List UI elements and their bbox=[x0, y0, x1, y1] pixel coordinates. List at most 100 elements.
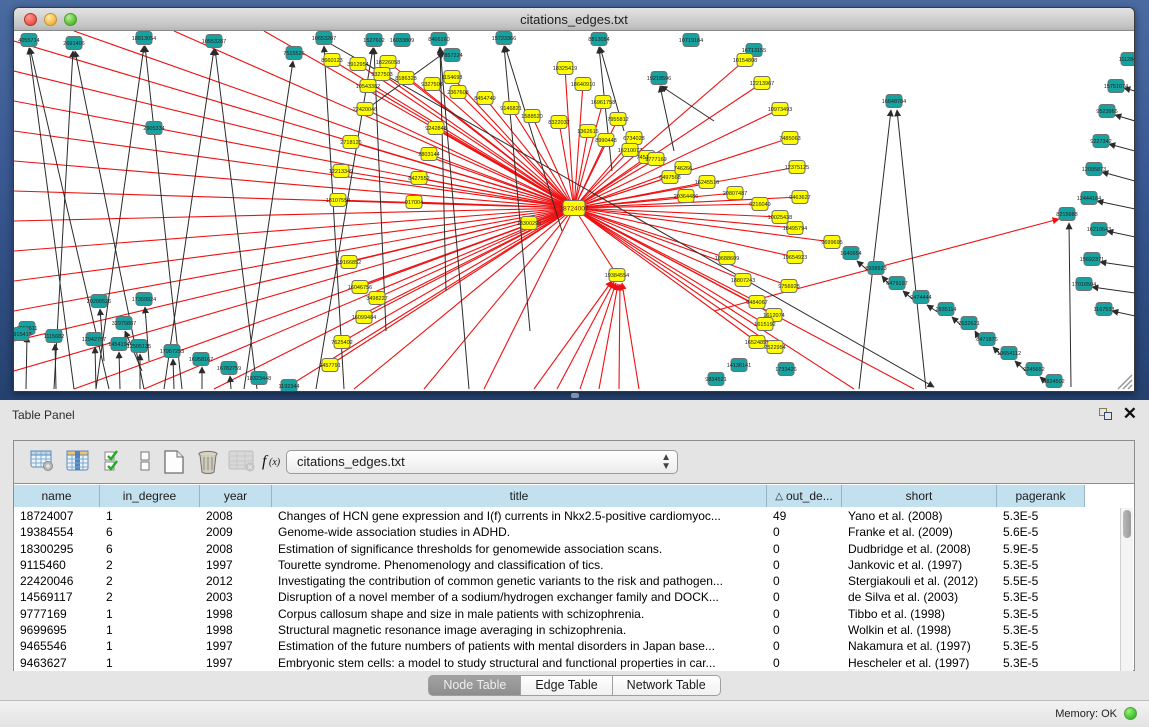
graph-node[interactable]: 9824502 bbox=[1043, 375, 1064, 388]
cell-short[interactable]: Hescheler et al. (1997) bbox=[842, 655, 997, 671]
column-header-year[interactable]: year bbox=[200, 485, 272, 507]
cell-short[interactable]: Wolkin et al. (1998) bbox=[842, 622, 997, 638]
cell-short[interactable]: Nakamura et al. (1997) bbox=[842, 638, 997, 654]
graph-node[interactable]: 20807487 bbox=[723, 187, 747, 200]
column-header-title[interactable]: title bbox=[272, 485, 767, 507]
graph-node[interactable]: 1115682 bbox=[44, 330, 65, 343]
graph-node[interactable]: 6479197 bbox=[886, 277, 907, 290]
cell-title[interactable]: Embryonic stem cells: a model to study s… bbox=[272, 655, 767, 671]
cell-pagerank[interactable]: 5.3E-5 bbox=[997, 655, 1085, 671]
graph-node[interactable]: 19166852 bbox=[337, 256, 361, 269]
graph-node[interactable]: 32975887 bbox=[112, 317, 136, 330]
graph-node[interactable]: 18323448 bbox=[247, 372, 271, 385]
table-row[interactable]: 969969511998Structural magnetic resonanc… bbox=[14, 622, 1120, 638]
cell-in_degree[interactable]: 2 bbox=[100, 573, 200, 589]
graph-node[interactable]: 20364486 bbox=[674, 190, 698, 203]
cell-pagerank[interactable]: 5.6E-5 bbox=[997, 524, 1085, 540]
cell-year[interactable]: 2008 bbox=[200, 541, 272, 557]
graph-node[interactable]: 2905334 bbox=[143, 122, 164, 135]
cell-short[interactable]: Yano et al. (2008) bbox=[842, 508, 997, 524]
cell-name[interactable]: 19384554 bbox=[14, 524, 100, 540]
scrollbar-thumb[interactable] bbox=[1123, 510, 1131, 538]
graph-node[interactable]: 7625402 bbox=[331, 336, 352, 349]
network-window-titlebar[interactable]: citations_edges.txt bbox=[14, 8, 1134, 31]
graph-node[interactable]: 9327508 bbox=[421, 78, 442, 91]
graph-node[interactable]: 1192344 bbox=[278, 380, 299, 392]
column-header-out_de[interactable]: △out_de... bbox=[767, 485, 842, 507]
table-row[interactable]: 2242004622012Investigating the contribut… bbox=[14, 573, 1120, 589]
graph-node[interactable]: 3912954 bbox=[347, 58, 368, 71]
graph-node[interactable]: 12213967 bbox=[750, 77, 774, 90]
column-header-in_degree[interactable]: in_degree bbox=[100, 485, 200, 507]
cell-out_de[interactable]: 0 bbox=[767, 541, 842, 557]
graph-node[interactable]: 16648784 bbox=[882, 95, 906, 108]
show-column-icon[interactable] bbox=[64, 449, 92, 475]
graph-node[interactable]: 16958167 bbox=[189, 353, 213, 366]
graph-node[interactable]: 2522954 bbox=[764, 341, 785, 354]
graph-node[interactable]: 1615192 bbox=[754, 318, 775, 331]
cell-title[interactable]: Corpus callosum shape and size in male p… bbox=[272, 606, 767, 622]
graph-node[interactable]: 746266 bbox=[674, 162, 692, 175]
cell-year[interactable]: 1998 bbox=[200, 606, 272, 622]
float-panel-icon[interactable] bbox=[1099, 408, 1113, 421]
graph-node[interactable]: 16033809 bbox=[390, 34, 414, 47]
graph-node[interactable]: 12375125 bbox=[785, 161, 809, 174]
cell-year[interactable]: 1997 bbox=[200, 557, 272, 573]
cell-name[interactable]: 22420046 bbox=[14, 573, 100, 589]
cell-in_degree[interactable]: 2 bbox=[100, 557, 200, 573]
graph-node[interactable]: 7857224 bbox=[441, 49, 462, 62]
function-builder-icon[interactable]: f(x) bbox=[260, 449, 288, 475]
cell-out_de[interactable]: 0 bbox=[767, 589, 842, 605]
graph-node[interactable]: 1112843 bbox=[1119, 53, 1134, 66]
graph-node[interactable]: 1362615 bbox=[577, 125, 598, 138]
memory-status-indicator[interactable] bbox=[1124, 707, 1137, 720]
cell-short[interactable]: Jankovic et al. (1997) bbox=[842, 557, 997, 573]
table-selector-dropdown[interactable]: citations_edges.txt ▲▼ bbox=[286, 450, 678, 474]
cell-short[interactable]: Franke et al. (2009) bbox=[842, 524, 997, 540]
graph-node[interactable]: 2718126 bbox=[340, 136, 361, 149]
table-row[interactable]: 1938455462009Genome-wide association stu… bbox=[14, 524, 1120, 540]
close-panel-icon[interactable]: ✕ bbox=[1123, 404, 1137, 424]
cell-in_degree[interactable]: 1 bbox=[100, 606, 200, 622]
table-row[interactable]: 977716911998Corpus callosum shape and si… bbox=[14, 606, 1120, 622]
graph-node[interactable]: 3915413 bbox=[14, 328, 32, 341]
graph-node[interactable]: 8322037 bbox=[548, 116, 569, 129]
graph-node[interactable]: 8938923 bbox=[865, 262, 886, 275]
graph-node[interactable]: 9242848 bbox=[425, 122, 446, 135]
graph-node[interactable]: 9146821 bbox=[500, 102, 521, 115]
cell-name[interactable]: 14569117 bbox=[14, 589, 100, 605]
graph-node[interactable]: 19218596 bbox=[647, 72, 671, 85]
graph-node[interactable]: 9834521 bbox=[705, 373, 726, 386]
column-header-short[interactable]: short bbox=[842, 485, 997, 507]
cell-name[interactable]: 9465546 bbox=[14, 638, 100, 654]
network-graph[interactable]: 4055714269140618813054105532877515526106… bbox=[14, 31, 1134, 391]
table-row[interactable]: 1872400712008Changes of HCN gene express… bbox=[14, 508, 1120, 524]
graph-node[interactable]: 1167533 bbox=[1093, 303, 1114, 316]
table-row[interactable]: 946362711997Embryonic stem cells: a mode… bbox=[14, 655, 1120, 671]
graph-node[interactable]: 14136141 bbox=[727, 359, 751, 372]
cell-in_degree[interactable]: 1 bbox=[100, 655, 200, 671]
graph-node[interactable]: 7632621 bbox=[958, 317, 979, 330]
cell-out_de[interactable]: 0 bbox=[767, 638, 842, 654]
table-row[interactable]: 1456911722003Disruption of a novel membe… bbox=[14, 589, 1120, 605]
cell-year[interactable]: 2008 bbox=[200, 508, 272, 524]
cell-in_degree[interactable]: 2 bbox=[100, 589, 200, 605]
graph-node[interactable]: 9484067 bbox=[746, 296, 767, 309]
cell-year[interactable]: 1997 bbox=[200, 638, 272, 654]
cell-title[interactable]: Disruption of a novel member of a sodium… bbox=[272, 589, 767, 605]
select-rows-icon[interactable] bbox=[100, 449, 128, 475]
graph-node[interactable]: 12095873 bbox=[1082, 163, 1106, 176]
graph-node[interactable]: 9457791 bbox=[319, 359, 340, 372]
graph-node[interactable]: 16245516 bbox=[695, 176, 719, 189]
cell-pagerank[interactable]: 5.3E-5 bbox=[997, 606, 1085, 622]
graph-node[interactable]: 1588520 bbox=[521, 110, 542, 123]
cell-title[interactable]: Changes of HCN gene expression and I(f) … bbox=[272, 508, 767, 524]
column-header-pagerank[interactable]: pagerank bbox=[997, 485, 1085, 507]
graph-node[interactable]: 8215988 bbox=[1056, 208, 1077, 221]
cell-pagerank[interactable]: 5.3E-5 bbox=[997, 589, 1085, 605]
graph-node[interactable]: 9327503 bbox=[371, 68, 392, 81]
graph-node[interactable]: 10719184 bbox=[679, 34, 703, 47]
graph-node[interactable]: 9245652 bbox=[1023, 363, 1044, 376]
cell-pagerank[interactable]: 5.3E-5 bbox=[997, 508, 1085, 524]
cell-out_de[interactable]: 0 bbox=[767, 524, 842, 540]
